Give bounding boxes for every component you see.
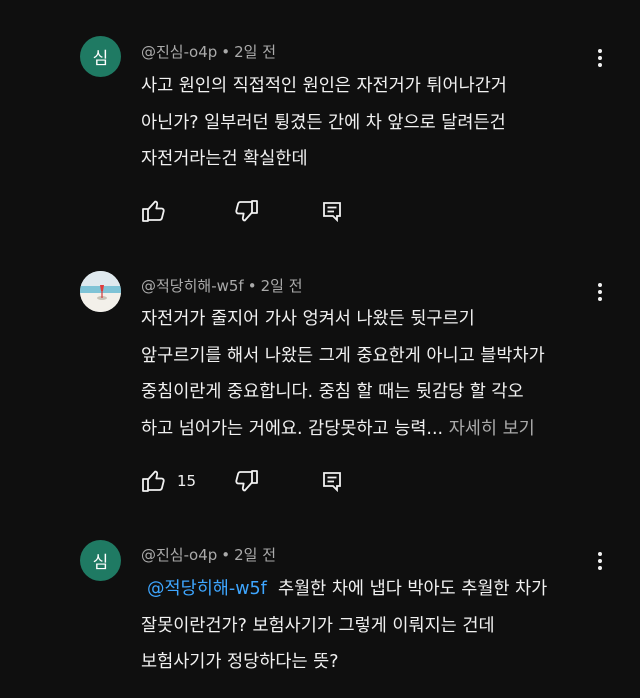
avatar[interactable] bbox=[80, 271, 121, 312]
dislike-button[interactable] bbox=[233, 199, 259, 223]
comment-text: @적당히해-w5f 추월한 차에 냅다 박아도 추월한 차가 잘못이란건가? 보… bbox=[141, 571, 611, 681]
comment-line: 사고 원인의 직접적인 원인은 자전거가 튀어나간거 bbox=[141, 76, 507, 96]
comment-line: 추월한 차에 냅다 박아도 추월한 차가 bbox=[277, 579, 548, 599]
comment-line: 자전거가 줄지어 가사 엉켜서 나왔든 뒷구르기 bbox=[141, 309, 475, 329]
meta-separator: • bbox=[221, 546, 231, 564]
avatar[interactable]: 심 bbox=[80, 540, 121, 581]
meta-separator: • bbox=[221, 43, 231, 61]
comment-3: 심 @진심-o4p • 2일 전 @적당히해-w5f 추월한 차에 냅다 박아도 추… bbox=[0, 510, 640, 698]
meta-separator: • bbox=[247, 277, 257, 295]
more-vert-icon[interactable] bbox=[590, 549, 610, 573]
comment-line-last: 하고 넘어가는 거에요. 감당못하고 능력... 자세히 보기 bbox=[141, 411, 611, 448]
avatar-letter: 심 bbox=[92, 49, 109, 69]
dislike-button[interactable] bbox=[233, 469, 259, 493]
reply-button[interactable] bbox=[321, 200, 343, 222]
comment-time[interactable]: 2일 전 bbox=[234, 546, 276, 564]
comment-actions bbox=[141, 197, 341, 225]
like-count: 15 bbox=[177, 472, 197, 490]
author-name[interactable]: @진심-o4p bbox=[141, 546, 217, 564]
author-name[interactable]: @적당히해-w5f bbox=[141, 277, 244, 295]
reply-icon bbox=[323, 472, 341, 492]
comment-2: @적당히해-w5f • 2일 전 자전거가 줄지어 가사 엉켜서 나왔든 뒷구르기 … bbox=[0, 240, 640, 510]
comment-text: 사고 원인의 직접적인 원인은 자전거가 튀어나간거 아닌가? 일부러던 튕겼든… bbox=[141, 68, 611, 178]
avatar[interactable]: 심 bbox=[80, 36, 121, 77]
comment-line: 잘못이란건가? 보험사기가 그렇게 이뤄지는 건데 bbox=[141, 615, 495, 636]
comment-time[interactable]: 2일 전 bbox=[261, 277, 303, 295]
comment-meta: @적당히해-w5f • 2일 전 bbox=[141, 275, 303, 296]
thumbs-up-icon bbox=[142, 470, 165, 492]
comment-text: 자전거가 줄지어 가사 엉켜서 나왔든 뒷구르기 앞구르기를 해서 나왔든 그게… bbox=[141, 301, 611, 447]
reply-button[interactable] bbox=[321, 470, 343, 492]
comment-time[interactable]: 2일 전 bbox=[234, 43, 276, 61]
comment-actions: 15 bbox=[141, 467, 341, 495]
reply-icon bbox=[323, 202, 341, 222]
like-button[interactable]: 15 bbox=[141, 469, 196, 493]
comment-line: 하고 넘어가는 거에요. 감당못하고 능력 bbox=[141, 418, 427, 439]
comment-meta: @진심-o4p • 2일 전 bbox=[141, 544, 276, 565]
avatar-beach-image bbox=[80, 271, 121, 312]
comment-meta: @진심-o4p • 2일 전 bbox=[141, 41, 276, 62]
like-button[interactable] bbox=[141, 199, 177, 223]
thumbs-down-icon bbox=[235, 470, 258, 492]
mention-link[interactable]: @적당히해-w5f bbox=[147, 579, 267, 599]
avatar-letter: 심 bbox=[92, 553, 109, 573]
more-vert-icon[interactable] bbox=[590, 46, 610, 70]
comment-line: 앞구르기를 해서 나왔든 그게 중요한게 아니고 블박차가 bbox=[141, 345, 545, 366]
ellipsis: ... bbox=[426, 418, 444, 439]
comment-line: 중침이란게 중요합니다. 중침 할 때는 뒷감당 할 각오 bbox=[141, 382, 524, 402]
read-more-link[interactable]: 자세히 보기 bbox=[449, 419, 535, 439]
comment-line: 보험사기가 정당하다는 뜻? bbox=[141, 652, 339, 672]
comment-line: 아닌가? 일부러던 튕겼든 간에 차 앞으로 달려든건 bbox=[141, 112, 506, 133]
thumbs-down-icon bbox=[235, 200, 258, 222]
comment-1: 심 @진심-o4p • 2일 전 사고 원인의 직접적인 원인은 자전거가 튀어나간… bbox=[0, 0, 640, 240]
comment-line: 자전거라는건 확실한데 bbox=[141, 149, 308, 169]
comment-line-first: @적당히해-w5f 추월한 차에 냅다 박아도 추월한 차가 bbox=[141, 571, 611, 608]
thumbs-up-icon bbox=[142, 200, 165, 222]
author-name[interactable]: @진심-o4p bbox=[141, 43, 217, 61]
